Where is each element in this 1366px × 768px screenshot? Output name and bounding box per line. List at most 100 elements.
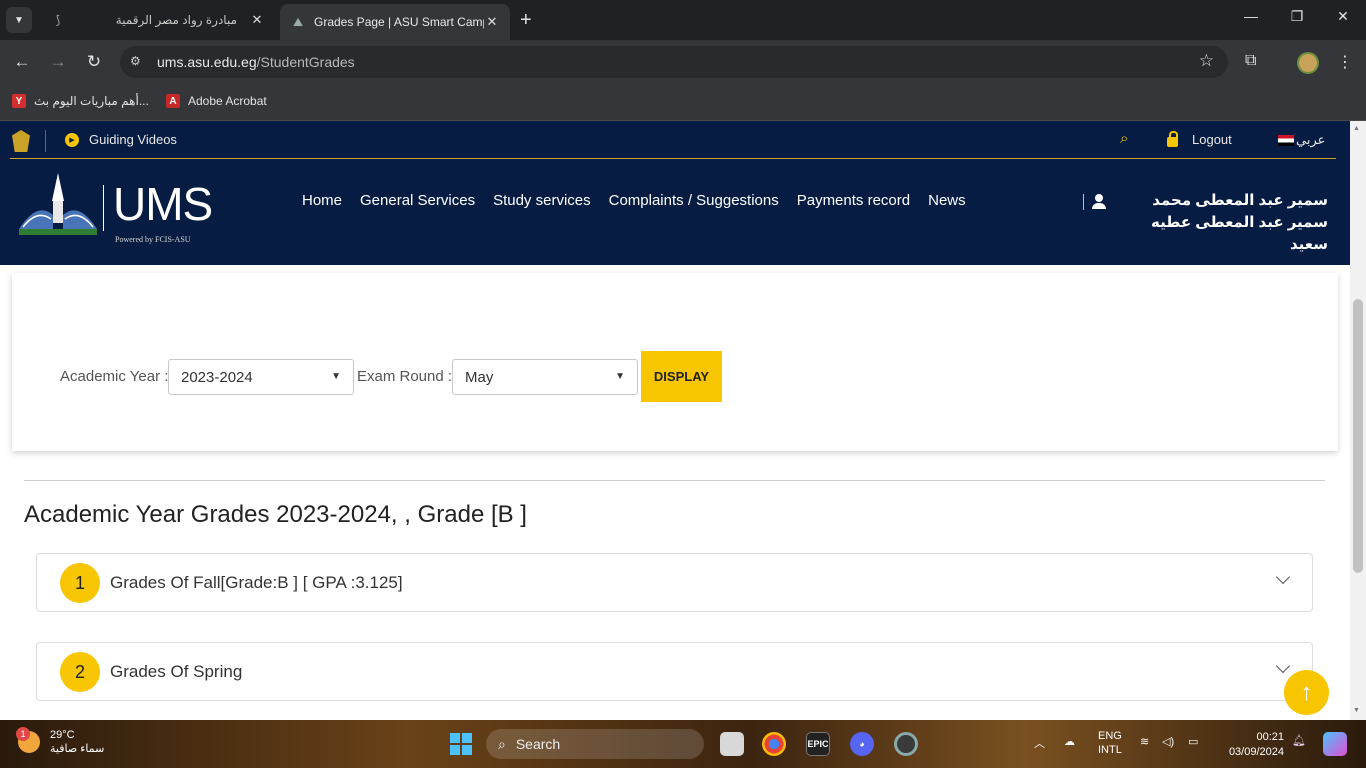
ain-shams-tower-icon [19, 173, 97, 235]
tray-overflow-icon[interactable]: ︿ [1034, 735, 1045, 751]
egypt-flag-icon [1278, 134, 1294, 146]
reload-icon[interactable]: ↻ [83, 52, 105, 72]
rowad-favicon-icon: ⟆ [55, 13, 61, 27]
logo-text: UMS [113, 178, 213, 230]
bookmarks-bar: Y أهم مباريات اليوم بث... A Adobe Acroba… [0, 85, 1366, 121]
language-switch[interactable]: عربي [1278, 132, 1325, 148]
ums-logo[interactable]: UMS Powered by FCIS-ASU [15, 167, 215, 244]
tab-search-button[interactable]: ▼ [6, 7, 32, 33]
minimize-icon[interactable]: — [1236, 8, 1266, 24]
bookmark-label: أهم مباريات اليوم بث... [34, 94, 149, 108]
battery-icon[interactable]: ▭ [1188, 735, 1198, 748]
display-button[interactable]: DISPLAY [641, 351, 722, 402]
input-language[interactable]: ENG INTL [1098, 729, 1122, 757]
exam-round-value: May [465, 369, 494, 386]
bookmark-acrobat[interactable]: A Adobe Acrobat [166, 94, 267, 108]
user-icon[interactable] [1092, 194, 1106, 209]
browser-toolbar: ← → ↻ ⚙ ums.asu.edu.eg/StudentGrades ☆ ⧉… [0, 40, 1366, 85]
primary-menu: Home General Services Study services Com… [302, 192, 966, 209]
extensions-icon[interactable]: ⧉ [1245, 52, 1256, 70]
notification-bell-icon[interactable]: 🔔︎ [1292, 734, 1306, 747]
section-label: Grades Of Spring [110, 662, 243, 681]
academic-year-select[interactable]: 2023-2024 ▼ [168, 359, 354, 395]
section-label: Grades Of Fall[Grade:B ] [ GPA :3.125] [110, 573, 403, 592]
close-window-icon[interactable]: ✕ [1328, 8, 1358, 25]
nav-general-services[interactable]: General Services [360, 192, 475, 209]
chevron-down-icon[interactable] [1275, 569, 1291, 585]
weather-widget[interactable]: 1 29°C سماء صافية [16, 727, 104, 756]
back-icon[interactable]: ← [11, 52, 33, 72]
nav-complaints-suggestions[interactable]: Complaints / Suggestions [609, 192, 779, 209]
onedrive-icon[interactable]: ☁ [1064, 735, 1075, 748]
bookmark-label: Adobe Acrobat [188, 94, 267, 108]
main-navigation: UMS Powered by FCIS-ASU Home General Ser… [0, 159, 1350, 265]
tab-title: مبادرة رواد مصر الرقمية [115, 13, 237, 27]
logout-label: Logout [1192, 132, 1232, 147]
logo-divider [103, 185, 104, 231]
epic-games-icon[interactable]: EPIC [806, 732, 830, 756]
discord-icon[interactable]: ◕ [850, 732, 874, 756]
temperature: 29°C [50, 729, 75, 741]
moon-icon: 1 [16, 727, 40, 753]
app-icon[interactable] [894, 732, 918, 756]
academic-year-value: 2023-2024 [181, 369, 253, 386]
yalla-icon: Y [12, 94, 26, 108]
time: 00:21 [1256, 731, 1284, 743]
nav-study-services[interactable]: Study services [493, 192, 591, 209]
profile-avatar[interactable] [1297, 52, 1319, 74]
forward-icon[interactable]: → [47, 52, 69, 72]
user-divider [1083, 194, 1084, 210]
scroll-up-icon[interactable]: ▲ [1353, 125, 1360, 132]
dropdown-caret-icon: ▼ [331, 371, 341, 382]
chevron-down-icon[interactable] [1275, 658, 1291, 674]
bookmark-yalla[interactable]: Y أهم مباريات اليوم بث... [12, 94, 149, 108]
fall-grades-accordion[interactable]: 1 Grades Of Fall[Grade:B ] [ GPA :3.125] [36, 553, 1313, 612]
date: 03/09/2024 [1228, 746, 1284, 758]
exam-round-select[interactable]: May ▼ [452, 359, 638, 395]
bookmark-star-icon[interactable]: ☆ [1199, 51, 1214, 71]
logout-link[interactable]: Logout [1167, 130, 1232, 147]
grades-title: Academic Year Grades 2023-2024, , Grade … [24, 501, 527, 528]
academic-year-label: Academic Year : [60, 368, 169, 385]
url-text[interactable]: ums.asu.edu.eg/StudentGrades [157, 54, 355, 70]
page-scrollbar[interactable]: ▲ ▼ [1350, 121, 1366, 720]
tab-rowad[interactable]: ⟆ مبادرة رواد مصر الرقمية ✕ [40, 4, 275, 36]
spring-grades-accordion[interactable]: 2 Grades Of Spring [36, 642, 1313, 701]
nav-payments-record[interactable]: Payments record [797, 192, 910, 209]
section-number: 1 [60, 563, 100, 603]
acrobat-icon: A [166, 94, 180, 108]
exam-round-label: Exam Round : [357, 368, 453, 385]
new-tab-icon[interactable]: + [520, 10, 532, 30]
asu-favicon-icon: ⛰ [292, 14, 304, 29]
site-info-icon[interactable]: ⚙ [130, 54, 141, 68]
section-divider [24, 480, 1325, 481]
search-icon[interactable]: ⌕ [1120, 130, 1128, 147]
task-view-icon[interactable] [720, 732, 744, 756]
address-bar[interactable]: ⚙ ums.asu.edu.eg/StudentGrades ☆ [120, 46, 1228, 78]
taskbar-search[interactable]: ⌕ Search [486, 729, 704, 759]
windows-taskbar: 1 29°C سماء صافية ⌕ Search EPIC ◕ ︿ ☁ EN… [0, 720, 1366, 768]
guiding-videos-link[interactable]: ▶ Guiding Videos [65, 132, 177, 147]
chrome-icon[interactable] [762, 732, 786, 756]
menu-kebab-icon[interactable]: ⋮ [1337, 52, 1353, 72]
section-number: 2 [60, 652, 100, 692]
nav-home[interactable]: Home [302, 192, 342, 209]
wifi-icon[interactable]: ≋ [1140, 735, 1149, 748]
user-name[interactable]: سمير عبد المعطى محمد سمير عبد المعطى عطي… [1112, 190, 1328, 256]
nav-news[interactable]: News [928, 192, 966, 209]
start-button[interactable] [450, 733, 472, 755]
close-tab-icon[interactable]: ✕ [484, 14, 500, 30]
scroll-down-icon[interactable]: ▼ [1353, 707, 1360, 714]
tab-title: Grades Page | ASU Smart Camp [314, 15, 484, 29]
system-clock[interactable]: 00:21 03/09/2024 [1218, 730, 1284, 760]
volume-icon[interactable]: ◁) [1162, 735, 1174, 748]
close-tab-icon[interactable]: ✕ [249, 12, 265, 28]
back-to-top-button[interactable]: ↑ [1284, 670, 1329, 715]
weather-badge: 1 [16, 727, 30, 741]
lock-icon [1167, 130, 1178, 147]
restore-icon[interactable]: ❐ [1282, 8, 1312, 25]
tab-grades[interactable]: ⛰ Grades Page | ASU Smart Camp ✕ [280, 4, 510, 40]
copilot-icon[interactable] [1323, 732, 1347, 756]
logo-powered-by: Powered by FCIS-ASU [115, 235, 191, 244]
scroll-thumb[interactable] [1353, 299, 1363, 573]
